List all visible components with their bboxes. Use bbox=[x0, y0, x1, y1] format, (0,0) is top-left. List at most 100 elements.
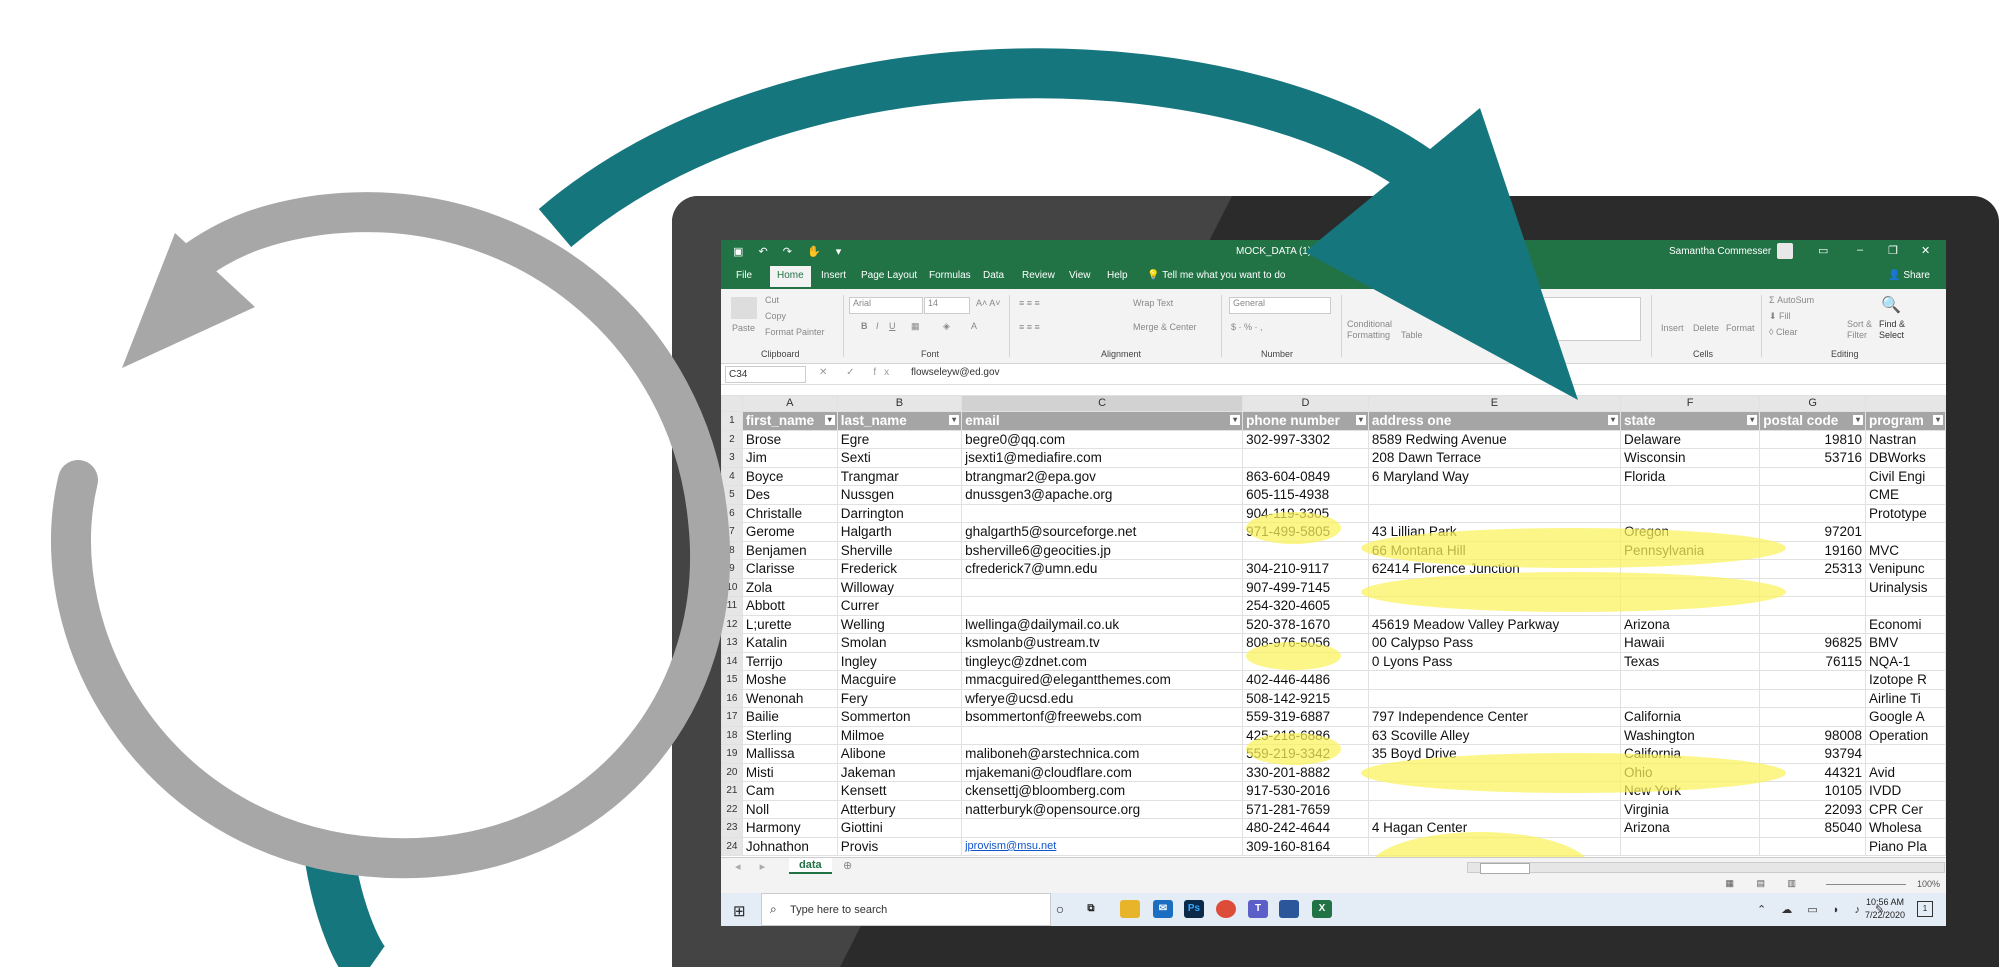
tab-view[interactable]: View bbox=[1069, 270, 1091, 281]
filter-dropdown-icon[interactable]: ▾ bbox=[1230, 415, 1241, 425]
cell[interactable] bbox=[1242, 540, 1369, 560]
tab-formulas[interactable]: Formulas bbox=[929, 270, 971, 281]
fill-button[interactable]: ⬇ Fill bbox=[1769, 311, 1791, 322]
file-explorer-icon[interactable] bbox=[1120, 900, 1140, 918]
cell[interactable]: 85040 bbox=[1759, 818, 1867, 838]
column-header[interactable]: D bbox=[1242, 395, 1369, 412]
cell[interactable]: Moshe bbox=[741, 670, 838, 690]
cell[interactable]: 93794 bbox=[1759, 744, 1867, 764]
row-header[interactable]: 19 bbox=[721, 744, 743, 764]
restore-icon[interactable]: ❐ bbox=[1888, 244, 1898, 257]
find-select-button[interactable]: Find & Select bbox=[1879, 319, 1913, 341]
cell[interactable]: Sterling bbox=[741, 725, 838, 745]
cell[interactable]: Washington bbox=[1620, 725, 1761, 745]
format-as-table-button[interactable]: Table bbox=[1401, 330, 1423, 340]
tab-file[interactable]: File bbox=[736, 270, 752, 281]
cell[interactable]: maliboneh@arstechnica.com bbox=[961, 744, 1244, 764]
cell[interactable] bbox=[1620, 485, 1761, 505]
cell[interactable]: ghalgarth5@sourceforge.net bbox=[961, 522, 1244, 542]
cell[interactable]: dnussgen3@apache.org bbox=[961, 485, 1244, 505]
row-header[interactable]: 24 bbox=[721, 836, 743, 856]
cell[interactable]: CME bbox=[1865, 485, 1946, 505]
avatar[interactable] bbox=[1777, 243, 1793, 259]
column-header[interactable]: B bbox=[836, 395, 963, 412]
cell[interactable] bbox=[1759, 707, 1867, 727]
tab-home[interactable]: Home bbox=[770, 266, 811, 287]
sort-filter-button[interactable]: Sort & Filter bbox=[1847, 319, 1877, 341]
filter-dropdown-icon[interactable]: ▾ bbox=[1933, 415, 1943, 425]
cell[interactable]: Delaware bbox=[1620, 429, 1761, 449]
user-name[interactable]: Samantha Commesser bbox=[1669, 246, 1771, 257]
autosum-button[interactable]: Σ AutoSum bbox=[1769, 295, 1814, 305]
column-header[interactable]: C bbox=[961, 395, 1244, 412]
cell[interactable]: Cam bbox=[741, 781, 838, 801]
cell[interactable]: Operation bbox=[1865, 725, 1946, 745]
cell[interactable]: 0 Lyons Pass bbox=[1367, 651, 1622, 671]
spreadsheet-grid[interactable]: A B C D E F G 1 first_name ▾ last_name ▾ email ▾ phone… bbox=[721, 395, 1946, 856]
row-header[interactable]: 20 bbox=[721, 762, 743, 782]
cell[interactable]: 559-319-6887 bbox=[1242, 707, 1369, 727]
cell[interactable]: Gerome bbox=[741, 522, 838, 542]
cell[interactable] bbox=[1620, 503, 1761, 523]
cell[interactable]: Prototype bbox=[1865, 503, 1946, 523]
cell[interactable]: Wisconsin bbox=[1620, 448, 1761, 468]
cell[interactable]: Benjamen bbox=[741, 540, 838, 560]
cell[interactable]: 402-446-4486 bbox=[1242, 670, 1369, 690]
cell[interactable] bbox=[1759, 670, 1867, 690]
cell[interactable] bbox=[1242, 448, 1369, 468]
fill-color-icon[interactable]: ◈ bbox=[943, 321, 950, 332]
cell[interactable]: Darrington bbox=[836, 503, 963, 523]
cell[interactable] bbox=[961, 725, 1244, 745]
cell[interactable]: Fery bbox=[836, 688, 963, 708]
cell[interactable] bbox=[1865, 744, 1946, 764]
cell[interactable]: CPR Cer bbox=[1865, 799, 1946, 819]
cell[interactable]: Wholesa bbox=[1865, 818, 1946, 838]
formula-input[interactable]: flowseleyw@ed.gov bbox=[911, 367, 1000, 378]
cell[interactable]: btrangmar2@epa.gov bbox=[961, 466, 1244, 486]
cell[interactable] bbox=[1865, 596, 1946, 616]
cell[interactable]: 63 Scoville Alley bbox=[1367, 725, 1622, 745]
row-header[interactable]: 16 bbox=[721, 688, 743, 708]
font-size-select[interactable]: 14 bbox=[924, 297, 970, 314]
scroll-thumb[interactable] bbox=[1480, 863, 1530, 874]
cell[interactable]: 208 Dawn Terrace bbox=[1367, 448, 1622, 468]
tab-data[interactable]: Data bbox=[983, 270, 1004, 281]
cell[interactable]: Jakeman bbox=[836, 762, 963, 782]
cell[interactable]: DBWorks bbox=[1865, 448, 1946, 468]
filter-dropdown-icon[interactable]: ▾ bbox=[1608, 415, 1619, 425]
cell[interactable]: Misti bbox=[741, 762, 838, 782]
header-cell[interactable]: postal code ▾ bbox=[1759, 411, 1867, 431]
cell[interactable]: lwellinga@dailymail.co.uk bbox=[961, 614, 1244, 634]
row-header[interactable]: 21 bbox=[721, 781, 743, 801]
row-header[interactable]: 13 bbox=[721, 633, 743, 653]
cell[interactable]: 25313 bbox=[1759, 559, 1867, 579]
zoom-slider[interactable] bbox=[1826, 884, 1906, 885]
row-header[interactable]: 14 bbox=[721, 651, 743, 671]
cell[interactable]: 19810 bbox=[1759, 429, 1867, 449]
cell[interactable]: Currer bbox=[836, 596, 963, 616]
cell[interactable]: Katalin bbox=[741, 633, 838, 653]
cell[interactable]: 97201 bbox=[1759, 522, 1867, 542]
taskbar-clock[interactable]: 10:56 AM 7/22/2020 bbox=[1865, 896, 1905, 922]
cell[interactable]: tingleyc@zdnet.com bbox=[961, 651, 1244, 671]
cell[interactable]: Civil Engi bbox=[1865, 466, 1946, 486]
merge-center-button[interactable]: Merge & Center bbox=[1133, 322, 1197, 332]
cell[interactable]: Nussgen bbox=[836, 485, 963, 505]
cell[interactable]: Economi bbox=[1865, 614, 1946, 634]
cell[interactable]: Abbott bbox=[741, 596, 838, 616]
tab-insert[interactable]: Insert bbox=[821, 270, 846, 281]
cell[interactable]: Smolan bbox=[836, 633, 963, 653]
cell[interactable] bbox=[1759, 466, 1867, 486]
cell-styles-gallery[interactable] bbox=[1541, 297, 1641, 341]
font-grow-shrink-icon[interactable]: A˄ A˅ bbox=[976, 298, 1001, 308]
clear-button[interactable]: ◊ Clear bbox=[1769, 327, 1797, 337]
cell[interactable]: Airline Ti bbox=[1865, 688, 1946, 708]
header-cell[interactable]: email ▾ bbox=[961, 411, 1244, 431]
cell[interactable]: mmacguired@elegantthemes.com bbox=[961, 670, 1244, 690]
format-painter-button[interactable]: Format Painter bbox=[765, 327, 825, 337]
cell[interactable]: Zola bbox=[741, 577, 838, 597]
cell[interactable]: Virginia bbox=[1620, 799, 1761, 819]
column-header[interactable]: G bbox=[1759, 395, 1867, 412]
cell[interactable]: 00 Calypso Pass bbox=[1367, 633, 1622, 653]
cell[interactable]: Jim bbox=[741, 448, 838, 468]
